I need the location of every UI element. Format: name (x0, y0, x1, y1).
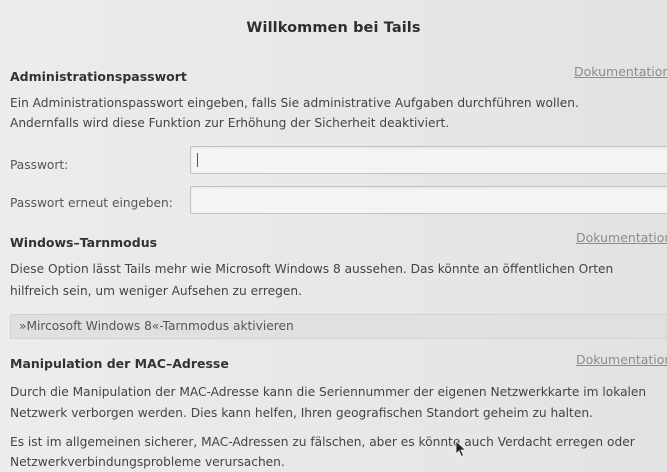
mac-spoofing-note-line1: Es ist im allgemeinen sicherer, MAC-Adre… (10, 435, 635, 449)
mac-spoofing-description-line1: Durch die Manipulation der MAC-Adresse k… (10, 385, 647, 399)
windows-camouflage-toggle-button[interactable]: »Mircosoft Windows 8«-Tarnmodus aktivier… (10, 314, 667, 339)
windows-camouflage-heading: Windows–Tarnmodus (10, 235, 158, 250)
admin-password-doc-link[interactable]: Dokumentation (574, 64, 667, 79)
window-title: Willkommen bei Tails (246, 20, 421, 36)
mac-spoofing-heading: Manipulation der MAC–Adresse (10, 356, 229, 371)
mouse-pointer-icon (455, 440, 467, 458)
text-caret (197, 153, 198, 167)
windows-camouflage-description-line1: Diese Option lässt Tails mehr wie Micros… (10, 262, 614, 276)
password-confirm-label: Passwort erneut eingeben: (10, 196, 173, 210)
admin-password-heading: Administrationspasswort (10, 69, 187, 84)
windows-camouflage-description-line2: hilfreich sein, um weniger Aufsehen zu e… (10, 284, 302, 298)
admin-password-description-line1: Ein Administrationspasswort eingeben, fa… (10, 96, 579, 110)
windows-camouflage-doc-link[interactable]: Dokumentation (576, 230, 667, 245)
admin-password-description-line2: Andernfalls wird diese Funktion zur Erhö… (10, 116, 450, 130)
mac-spoofing-note-line2: Netzwerkverbindungsprobleme verursachen. (10, 455, 285, 469)
mac-spoofing-doc-link[interactable]: Dokumentation (576, 352, 667, 367)
tails-greeter-window: Willkommen bei Tails Administrationspass… (0, 0, 667, 472)
password-label: Passwort: (10, 158, 69, 172)
mac-spoofing-description-line2: Netzwerk verborgen werden. Dies kann hel… (10, 406, 593, 420)
password-confirm-input[interactable] (190, 186, 667, 214)
password-input[interactable] (190, 146, 667, 174)
